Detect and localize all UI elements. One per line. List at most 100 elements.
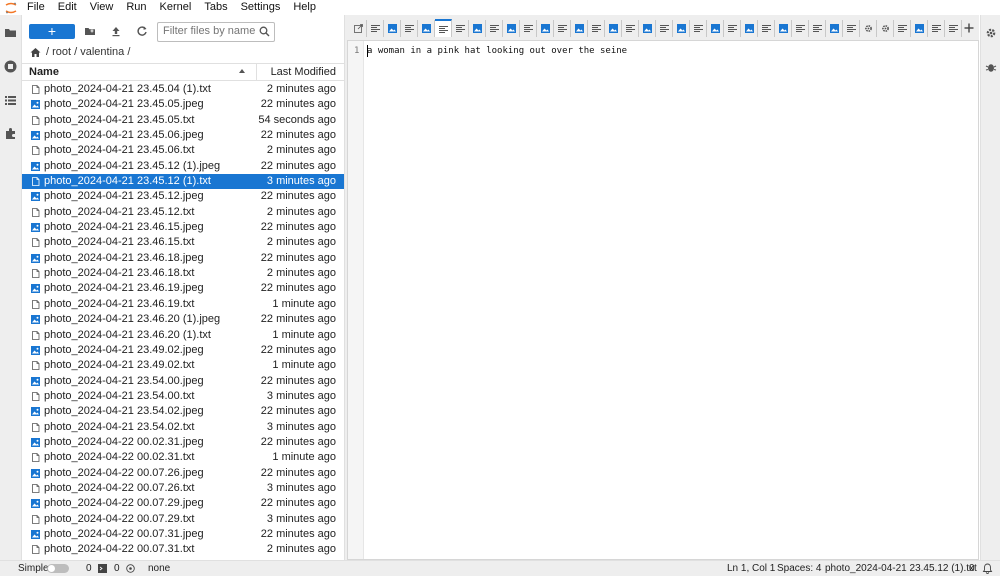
notification-bell-icon[interactable] — [982, 563, 993, 574]
editor-tab[interactable] — [826, 20, 843, 37]
table-of-contents-icon[interactable] — [4, 94, 17, 107]
file-row[interactable]: photo_2024-04-22 00.07.26.txt 3 minutes a… — [22, 481, 344, 496]
editor-tab[interactable] — [656, 20, 673, 37]
text-editor[interactable]: 1 a woman in a pink hat looking out over… — [347, 40, 979, 560]
file-row[interactable]: photo_2024-04-21 23.49.02.jpeg 22 minutes… — [22, 343, 344, 358]
breadcrumb-path[interactable]: / root / valentina / — [46, 46, 130, 58]
file-row[interactable]: photo_2024-04-21 23.45.12.txt 2 minutes a… — [22, 205, 344, 220]
editor-tab[interactable] — [639, 20, 656, 37]
extension-puzzle-icon[interactable] — [4, 127, 17, 140]
editor-tab[interactable] — [571, 20, 588, 37]
editor-tab[interactable] — [911, 20, 928, 37]
menu-kernel[interactable]: Kernel — [160, 0, 192, 15]
editor-tab[interactable] — [469, 20, 486, 37]
editor-tab[interactable] — [894, 20, 911, 37]
sort-ascending-icon[interactable] — [238, 67, 246, 75]
file-row[interactable]: photo_2024-04-21 23.46.20 (1).jpeg 22 min… — [22, 312, 344, 327]
file-row[interactable]: photo_2024-04-21 23.54.02.txt 3 minutes a… — [22, 420, 344, 435]
filter-files-box[interactable] — [157, 22, 275, 42]
file-row[interactable]: photo_2024-04-21 23.45.06.jpeg 22 minutes… — [22, 128, 344, 143]
editor-tab[interactable] — [554, 20, 571, 37]
menu-view[interactable]: View — [90, 0, 114, 15]
home-icon[interactable] — [30, 47, 41, 58]
refresh-icon[interactable] — [136, 25, 148, 37]
column-header-name[interactable]: Name — [29, 66, 59, 78]
file-row[interactable]: photo_2024-04-21 23.49.02.txt 1 minute ag… — [22, 358, 344, 373]
menu-file[interactable]: File — [27, 0, 45, 15]
editor-tab[interactable] — [843, 20, 860, 37]
indentation-spaces[interactable]: Spaces: 4 — [777, 563, 821, 574]
file-row[interactable]: photo_2024-04-22 00.07.31.jpeg 22 minutes… — [22, 527, 344, 542]
file-row[interactable]: photo_2024-04-22 00.02.31.jpeg 22 minutes… — [22, 435, 344, 450]
file-row[interactable]: photo_2024-04-21 23.46.19.txt 1 minute ag… — [22, 297, 344, 312]
menu-help[interactable]: Help — [293, 0, 316, 15]
menu-edit[interactable]: Edit — [58, 0, 77, 15]
editor-tab[interactable] — [401, 20, 418, 37]
file-row[interactable]: photo_2024-04-22 00.07.26.jpeg 22 minutes… — [22, 466, 344, 481]
editor-tab[interactable] — [809, 20, 826, 37]
column-divider[interactable] — [256, 64, 257, 80]
editor-tab[interactable] — [792, 20, 809, 37]
editor-tab[interactable] — [503, 20, 520, 37]
file-row[interactable]: photo_2024-04-22 00.07.31.txt 2 minutes a… — [22, 542, 344, 557]
file-row[interactable]: photo_2024-04-21 23.54.02.jpeg 22 minutes… — [22, 404, 344, 419]
editor-tab[interactable] — [537, 20, 554, 37]
editor-tab[interactable] — [350, 20, 367, 37]
new-tab-plus-icon[interactable] — [963, 22, 975, 34]
file-row[interactable]: photo_2024-04-21 23.45.12 (1).jpeg 22 min… — [22, 159, 344, 174]
file-row[interactable]: photo_2024-04-21 23.54.00.txt 3 minutes a… — [22, 389, 344, 404]
kernel-status-icon[interactable] — [126, 564, 135, 573]
file-row[interactable]: photo_2024-04-21 23.46.15.jpeg 22 minutes… — [22, 220, 344, 235]
file-row[interactable]: photo_2024-04-21 23.45.05.jpeg 22 minutes… — [22, 97, 344, 112]
editor-tab[interactable] — [418, 20, 435, 37]
file-row[interactable]: photo_2024-04-21 23.45.04 (1).txt 2 minut… — [22, 82, 344, 97]
editor-tab[interactable] — [384, 20, 401, 37]
new-launcher-button[interactable]: + — [29, 24, 75, 39]
menu-tabs[interactable]: Tabs — [204, 0, 227, 15]
file-row[interactable]: photo_2024-04-21 23.54.00.jpeg 22 minutes… — [22, 374, 344, 389]
file-row[interactable]: photo_2024-04-21 23.46.19.jpeg 22 minutes… — [22, 281, 344, 296]
debugger-bug-icon[interactable] — [985, 61, 997, 73]
file-row[interactable]: photo_2024-04-21 23.45.06.txt 2 minutes a… — [22, 143, 344, 158]
editor-tab[interactable] — [690, 20, 707, 37]
editor-tab[interactable] — [622, 20, 639, 37]
editor-tab[interactable] — [724, 20, 741, 37]
editor-tab[interactable] — [520, 20, 537, 37]
editor-tab[interactable] — [945, 20, 962, 37]
new-folder-icon[interactable] — [84, 25, 96, 37]
file-row[interactable]: photo_2024-04-21 23.45.05.txt 54 seconds … — [22, 113, 344, 128]
column-header-last-modified[interactable]: Last Modified — [271, 66, 336, 78]
editor-tab[interactable] — [588, 20, 605, 37]
editor-tab[interactable] — [452, 20, 469, 37]
file-row[interactable]: photo_2024-04-22 00.07.29.jpeg 22 minutes… — [22, 496, 344, 511]
editor-tab[interactable] — [367, 20, 384, 37]
editor-tab[interactable] — [928, 20, 945, 37]
running-kernels-icon[interactable] — [4, 60, 17, 73]
editor-tab[interactable] — [860, 20, 877, 37]
editor-tab[interactable] — [877, 20, 894, 37]
file-row[interactable]: photo_2024-04-22 00.07.29.txt 3 minutes a… — [22, 512, 344, 527]
editor-tab[interactable] — [486, 20, 503, 37]
editor-tab[interactable] — [741, 20, 758, 37]
file-row[interactable]: photo_2024-04-21 23.45.12 (1).txt 3 minut… — [22, 174, 344, 190]
file-row[interactable]: photo_2024-04-21 23.46.18.jpeg 22 minutes… — [22, 251, 344, 266]
cursor-position[interactable]: Ln 1, Col 1 — [727, 563, 775, 574]
editor-tab[interactable] — [435, 19, 452, 37]
editor-tab[interactable] — [758, 20, 775, 37]
terminal-icon[interactable] — [98, 564, 107, 573]
simple-mode-toggle[interactable] — [47, 564, 69, 573]
editor-tab[interactable] — [673, 20, 690, 37]
file-row[interactable]: photo_2024-04-21 23.46.18.txt 2 minutes a… — [22, 266, 344, 281]
file-row[interactable]: photo_2024-04-21 23.46.20 (1).txt 1 minut… — [22, 328, 344, 343]
kernel-count[interactable]: 0 — [114, 563, 120, 574]
kernel-name[interactable]: none — [148, 563, 170, 574]
property-inspector-gear-icon[interactable] — [985, 27, 997, 39]
editor-tab[interactable] — [707, 20, 724, 37]
file-row[interactable]: photo_2024-04-21 23.46.15.txt 2 minutes a… — [22, 235, 344, 250]
file-row[interactable]: photo_2024-04-21 23.45.12.jpeg 22 minutes… — [22, 189, 344, 204]
menu-run[interactable]: Run — [126, 0, 146, 15]
editor-tab[interactable] — [605, 20, 622, 37]
terminal-count[interactable]: 0 — [86, 563, 92, 574]
editor-line-text[interactable]: a woman in a pink hat looking out over t… — [367, 46, 627, 56]
file-row[interactable]: photo_2024-04-22 00.02.31.txt 1 minute ag… — [22, 450, 344, 465]
